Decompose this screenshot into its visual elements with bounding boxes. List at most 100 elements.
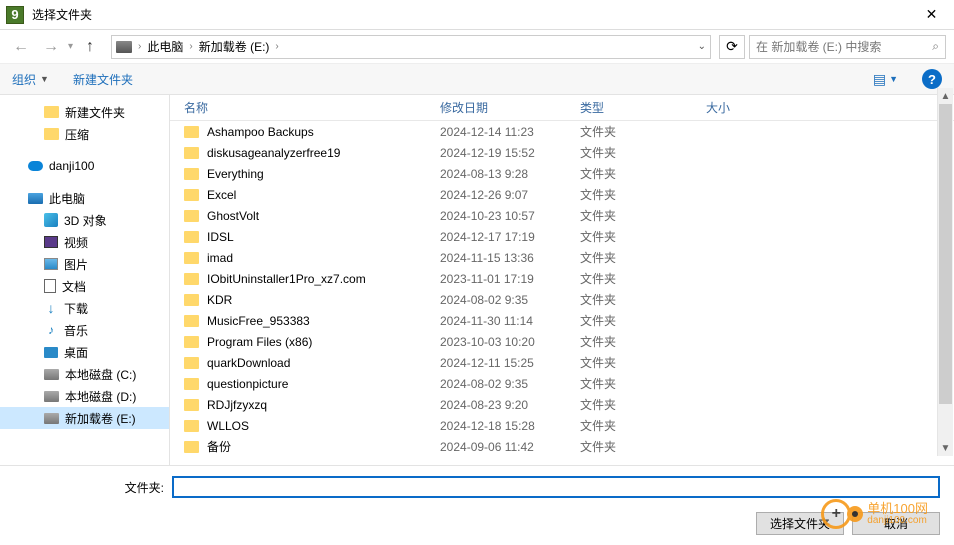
tree-item-drive-d[interactable]: 本地磁盘 (D:) xyxy=(0,385,169,407)
table-row[interactable]: diskusageanalyzerfree192024-12-19 15:52文… xyxy=(170,142,954,163)
vertical-scrollbar[interactable]: ▲ ▼ xyxy=(937,88,953,456)
refresh-button[interactable]: ⟳ xyxy=(719,35,745,59)
tree-item-pictures[interactable]: 图片 xyxy=(0,253,169,275)
file-date: 2024-12-18 15:28 xyxy=(440,419,580,433)
folder-icon xyxy=(184,378,199,390)
chevron-right-icon: › xyxy=(138,41,141,52)
file-type: 文件夹 xyxy=(580,270,706,287)
tree-item-drive-e[interactable]: 新加载卷 (E:) xyxy=(0,407,169,429)
file-name: RDJjfzyxzq xyxy=(207,398,440,412)
search-icon[interactable]: ⌕ xyxy=(932,39,939,54)
pc-icon xyxy=(28,193,43,204)
file-date: 2024-08-02 9:35 xyxy=(440,293,580,307)
folder-icon xyxy=(184,252,199,264)
table-row[interactable]: imad2024-11-15 13:36文件夹 xyxy=(170,247,954,268)
new-folder-button[interactable]: 新建文件夹 xyxy=(73,71,133,88)
file-type: 文件夹 xyxy=(580,186,706,203)
file-date: 2024-12-17 17:19 xyxy=(440,230,580,244)
file-type: 文件夹 xyxy=(580,249,706,266)
tree-item-desktop[interactable]: 桌面 xyxy=(0,341,169,363)
file-name: GhostVolt xyxy=(207,209,440,223)
column-type[interactable]: 类型 xyxy=(580,99,706,116)
file-type: 文件夹 xyxy=(580,417,706,434)
tree-item-drive-c[interactable]: 本地磁盘 (C:) xyxy=(0,363,169,385)
folder-icon xyxy=(184,357,199,369)
tree-item-music[interactable]: ♪音乐 xyxy=(0,319,169,341)
search-placeholder: 在 新加载卷 (E:) 中搜索 xyxy=(756,38,932,55)
file-type: 文件夹 xyxy=(580,165,706,182)
scroll-down-icon[interactable]: ▼ xyxy=(938,440,953,456)
column-size[interactable]: 大小 xyxy=(706,99,954,116)
table-row[interactable]: MusicFree_9533832024-11-30 11:14文件夹 xyxy=(170,310,954,331)
folder-icon xyxy=(184,126,199,138)
tree-item-downloads[interactable]: ↓下载 xyxy=(0,297,169,319)
table-row[interactable]: Everything2024-08-13 9:28文件夹 xyxy=(170,163,954,184)
file-type: 文件夹 xyxy=(580,123,706,140)
desktop-icon xyxy=(44,347,58,358)
table-row[interactable]: Program Files (x86)2023-10-03 10:20文件夹 xyxy=(170,331,954,352)
tree-item-new-folder[interactable]: 新建文件夹 xyxy=(0,101,169,123)
select-folder-button[interactable]: 选择文件夹 xyxy=(756,512,844,535)
table-row[interactable]: RDJjfzyxzq2024-08-23 9:20文件夹 xyxy=(170,394,954,415)
table-row[interactable]: Excel2024-12-26 9:07文件夹 xyxy=(170,184,954,205)
breadcrumb-current[interactable]: 新加载卷 (E:) xyxy=(199,38,270,55)
table-row[interactable]: questionpicture2024-08-02 9:35文件夹 xyxy=(170,373,954,394)
nav-forward-button[interactable]: → xyxy=(38,34,64,60)
help-button[interactable]: ? xyxy=(922,69,942,89)
folder-name-input[interactable] xyxy=(172,476,940,498)
tree-item-video[interactable]: 视频 xyxy=(0,231,169,253)
tree-item-documents[interactable]: 文档 xyxy=(0,275,169,297)
table-row[interactable]: WLLOS2024-12-18 15:28文件夹 xyxy=(170,415,954,436)
file-type: 文件夹 xyxy=(580,291,706,308)
file-date: 2024-12-26 9:07 xyxy=(440,188,580,202)
file-type: 文件夹 xyxy=(580,228,706,245)
tree-item-3d[interactable]: 3D 对象 xyxy=(0,209,169,231)
view-options-button[interactable]: ▤ ▼ xyxy=(873,71,898,88)
file-type: 文件夹 xyxy=(580,375,706,392)
column-date[interactable]: 修改日期 xyxy=(440,99,580,116)
scroll-up-icon[interactable]: ▲ xyxy=(938,88,953,104)
folder-icon xyxy=(184,147,199,159)
cancel-button[interactable]: 取消 xyxy=(852,512,940,535)
search-input[interactable]: 在 新加载卷 (E:) 中搜索 ⌕ xyxy=(749,35,946,59)
organize-menu[interactable]: 组织 ▼ xyxy=(12,71,49,88)
file-name: Excel xyxy=(207,188,440,202)
file-name: KDR xyxy=(207,293,440,307)
file-date: 2024-08-02 9:35 xyxy=(440,377,580,391)
tree-item-this-pc[interactable]: 此电脑 xyxy=(0,187,169,209)
nav-back-button[interactable]: ← xyxy=(8,34,34,60)
file-date: 2023-11-01 17:19 xyxy=(440,272,580,286)
file-name: MusicFree_953383 xyxy=(207,314,440,328)
close-button[interactable]: ✕ xyxy=(909,0,954,29)
file-name: IObitUninstaller1Pro_xz7.com xyxy=(207,272,440,286)
table-row[interactable]: GhostVolt2024-10-23 10:57文件夹 xyxy=(170,205,954,226)
drive-icon xyxy=(44,369,59,380)
table-row[interactable]: IDSL2024-12-17 17:19文件夹 xyxy=(170,226,954,247)
table-row[interactable]: 备份2024-09-06 11:42文件夹 xyxy=(170,436,954,457)
music-icon: ♪ xyxy=(44,323,58,337)
file-date: 2024-11-15 13:36 xyxy=(440,251,580,265)
tree-item-cloud[interactable]: danji100 xyxy=(0,155,169,177)
file-type: 文件夹 xyxy=(580,312,706,329)
file-date: 2024-12-14 11:23 xyxy=(440,125,580,139)
address-bar[interactable]: › 此电脑 › 新加载卷 (E:) › ⌄ xyxy=(111,35,711,59)
recent-dropdown-icon[interactable]: ▾ xyxy=(68,41,73,52)
address-dropdown-icon[interactable]: ⌄ xyxy=(698,41,706,52)
nav-up-button[interactable]: ↑ xyxy=(77,34,103,60)
file-type: 文件夹 xyxy=(580,438,706,455)
table-row[interactable]: IObitUninstaller1Pro_xz7.com2023-11-01 1… xyxy=(170,268,954,289)
table-row[interactable]: Ashampoo Backups2024-12-14 11:23文件夹 xyxy=(170,121,954,142)
tree-item-zip[interactable]: 压缩 xyxy=(0,123,169,145)
file-date: 2024-10-23 10:57 xyxy=(440,209,580,223)
file-type: 文件夹 xyxy=(580,333,706,350)
folder-icon xyxy=(184,336,199,348)
folder-icon xyxy=(44,106,59,118)
file-date: 2024-08-13 9:28 xyxy=(440,167,580,181)
breadcrumb-root[interactable]: 此电脑 xyxy=(147,38,183,55)
drive-icon xyxy=(116,41,132,53)
scroll-thumb[interactable] xyxy=(939,104,952,404)
table-row[interactable]: KDR2024-08-02 9:35文件夹 xyxy=(170,289,954,310)
file-name: Ashampoo Backups xyxy=(207,125,440,139)
column-name[interactable]: 名称 xyxy=(184,99,440,116)
table-row[interactable]: quarkDownload2024-12-11 15:25文件夹 xyxy=(170,352,954,373)
